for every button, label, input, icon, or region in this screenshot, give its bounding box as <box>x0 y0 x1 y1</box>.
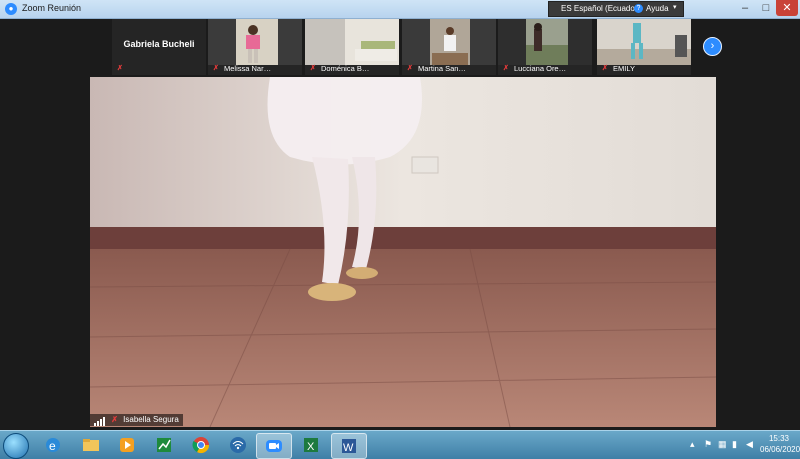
network-icon[interactable]: ▦ <box>718 439 728 449</box>
language-label[interactable]: ES Español (Ecuador) <box>561 4 640 13</box>
signal-icon[interactable]: ▮ <box>732 439 742 449</box>
clock[interactable]: 15:33 06/06/2020 <box>760 433 800 455</box>
participant-tile[interactable]: ✗ Doménica B… <box>305 19 399 75</box>
excel-icon[interactable]: X <box>294 433 328 457</box>
participant-video-thumbnail <box>402 19 496 65</box>
svg-text:X: X <box>307 441 315 453</box>
wifi-icon[interactable] <box>221 433 255 457</box>
clock-date: 06/06/2020 <box>760 445 800 454</box>
word-icon[interactable]: W <box>331 433 367 459</box>
participant-tile[interactable]: ✗ EMILY <box>597 19 691 75</box>
mic-muted-icon: ✗ <box>602 65 608 72</box>
mic-muted-icon: ✗ <box>117 65 123 72</box>
taskbar: e X W ▴ ⚑ ▦ ▮ ◀ 15:33 06/06/2020 <box>0 430 800 459</box>
start-button[interactable] <box>3 433 29 459</box>
participant-name: Doménica B… <box>321 64 370 73</box>
media-player-icon[interactable] <box>110 433 144 457</box>
file-explorer-icon[interactable] <box>74 433 108 457</box>
close-button[interactable]: ✕ <box>776 0 798 16</box>
help-label[interactable]: Ayuda <box>646 4 669 13</box>
clock-time: 15:33 <box>768 434 790 443</box>
mic-muted-icon: ✗ <box>310 65 316 72</box>
svg-text:e: e <box>49 439 56 453</box>
language-bar[interactable]: ES Español (Ecuador) ? Ayuda ▾ <box>548 1 684 17</box>
chevron-down-icon[interactable]: ▾ <box>673 3 677 11</box>
signal-strength-icon <box>94 414 106 426</box>
participant-strip: Gabriela Bucheli ✗ ✗ Melissa Nar… ✗ Doméni… <box>0 19 800 76</box>
participant-name: EMILY <box>613 64 635 73</box>
maximize-button[interactable]: □ <box>756 0 776 16</box>
participant-name-only: Gabriela Bucheli <box>123 39 195 49</box>
active-speaker-name: Isabella Segura <box>123 415 179 425</box>
zoom-app-icon: ● <box>5 3 17 15</box>
participant-video-thumbnail <box>208 19 302 65</box>
volume-icon[interactable]: ◀ <box>746 439 756 449</box>
active-speaker-video <box>90 77 716 427</box>
participant-tile[interactable]: ✗ Martina San… <box>402 19 496 75</box>
mic-muted-icon: ✗ <box>111 415 118 425</box>
participant-tile[interactable]: ✗ Melissa Nar… <box>208 19 302 75</box>
participant-name: Melissa Nar… <box>224 64 272 73</box>
active-speaker-label: ✗ Isabella Segura <box>90 414 183 426</box>
window-titlebar: ● Zoom Reunión ES Español (Ecuador) ? Ay… <box>0 0 800 19</box>
svg-text:W: W <box>343 442 354 454</box>
chrome-icon[interactable] <box>184 433 218 457</box>
mic-muted-icon: ✗ <box>503 65 509 72</box>
minimize-button[interactable]: – <box>735 0 755 16</box>
chevron-right-icon[interactable]: › <box>703 37 722 56</box>
mic-muted-icon: ✗ <box>213 65 219 72</box>
zoom-icon[interactable] <box>256 433 292 459</box>
participant-video-thumbnail <box>498 19 592 65</box>
show-hidden-icons-icon[interactable]: ▴ <box>690 439 700 449</box>
participant-tile[interactable]: Gabriela Bucheli ✗ <box>112 19 206 75</box>
help-icon[interactable]: ? <box>634 4 643 13</box>
participant-video-thumbnail <box>597 19 691 65</box>
window-title: Zoom Reunión <box>22 3 82 13</box>
participant-tile[interactable]: ✗ Lucciana Ore… <box>498 19 592 75</box>
video-frame <box>90 77 716 427</box>
mic-muted-icon: ✗ <box>407 65 413 72</box>
participant-name: Martina San… <box>418 64 466 73</box>
chart-app-icon[interactable] <box>147 433 181 457</box>
flag-icon[interactable]: ⚑ <box>704 439 714 449</box>
participant-name: Lucciana Ore… <box>514 64 567 73</box>
internet-explorer-icon[interactable]: e <box>36 433 70 457</box>
participant-video-thumbnail <box>305 19 399 65</box>
